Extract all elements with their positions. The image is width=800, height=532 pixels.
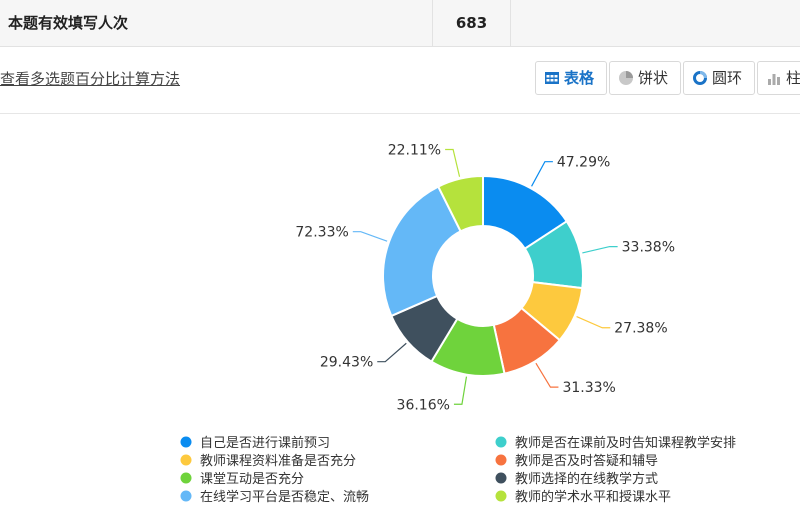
legend-label[interactable]: 教师是否及时答疑和辅导 bbox=[515, 453, 658, 469]
donut-icon bbox=[693, 71, 707, 85]
valid-count-label: 本题有效填写人次 bbox=[8, 14, 129, 32]
leader-line bbox=[453, 376, 468, 405]
legend-label[interactable]: 教师的学术水平和授课水平 bbox=[515, 489, 671, 505]
legend-swatch bbox=[495, 490, 507, 502]
legend-label[interactable]: 教师是否在课前及时告知课程教学安排 bbox=[515, 435, 736, 451]
valid-count-value: 683 bbox=[455, 14, 488, 32]
slice-value-label: 33.38% bbox=[622, 240, 675, 256]
leader-line bbox=[445, 148, 461, 177]
legend-swatch bbox=[180, 436, 192, 448]
legend-label[interactable]: 教师课程资料准备是否充分 bbox=[200, 453, 356, 469]
view-donut-label: 圆环 bbox=[712, 69, 743, 87]
view-bar-label: 柱 bbox=[786, 69, 800, 87]
summary-row: 本题有效填写人次 683 bbox=[0, 0, 800, 47]
leader-line bbox=[531, 161, 553, 187]
slice-value-label: 27.38% bbox=[614, 321, 667, 337]
leader-line bbox=[377, 342, 407, 363]
view-table-label: 表格 bbox=[564, 69, 595, 87]
legend-swatch bbox=[180, 454, 192, 466]
legend-swatch bbox=[495, 472, 507, 484]
legend-swatch bbox=[495, 436, 507, 448]
legend-label[interactable]: 在线学习平台是否稳定、流畅 bbox=[200, 489, 369, 505]
slice-value-label: 22.11% bbox=[388, 142, 441, 158]
leader-line bbox=[352, 231, 388, 242]
view-pie-label: 饼状 bbox=[638, 69, 669, 87]
view-donut-button[interactable]: 圆环 bbox=[683, 61, 755, 95]
slice-value-label: 36.16% bbox=[397, 397, 450, 413]
legend-swatch bbox=[180, 472, 192, 484]
view-pie-button[interactable]: 饼状 bbox=[609, 61, 681, 95]
legend-swatch bbox=[495, 454, 507, 466]
legend-label[interactable]: 自己是否进行课前预习 bbox=[200, 435, 330, 451]
leader-line bbox=[582, 245, 618, 254]
bar-icon bbox=[768, 74, 780, 85]
slice-value-label: 29.43% bbox=[320, 355, 373, 371]
view-table-button[interactable]: 表格 bbox=[535, 61, 607, 95]
legend-label[interactable]: 课堂互动是否充分 bbox=[200, 471, 304, 487]
view-bar-button[interactable]: 柱 bbox=[757, 61, 800, 95]
leader-line bbox=[535, 362, 559, 388]
slice-value-label: 31.33% bbox=[562, 380, 615, 396]
chart-view-toggle: 表格 饼状 圆环 柱 bbox=[535, 61, 800, 97]
legend-swatch bbox=[180, 490, 192, 502]
pie-icon bbox=[619, 71, 633, 85]
table-icon bbox=[545, 72, 559, 84]
cell-divider bbox=[510, 0, 511, 46]
percent-method-link[interactable]: 查看多选题百分比计算方法 bbox=[0, 68, 180, 89]
leader-line bbox=[576, 316, 611, 329]
legend-label[interactable]: 教师选择的在线教学方式 bbox=[515, 471, 658, 487]
donut-chart: 47.29% 33.38% 27.38% 31.33% 36.16% 29.43% 72.3… bbox=[180, 142, 736, 505]
slice-value-label: 72.33% bbox=[295, 225, 348, 241]
slice-value-label: 47.29% bbox=[557, 155, 610, 171]
